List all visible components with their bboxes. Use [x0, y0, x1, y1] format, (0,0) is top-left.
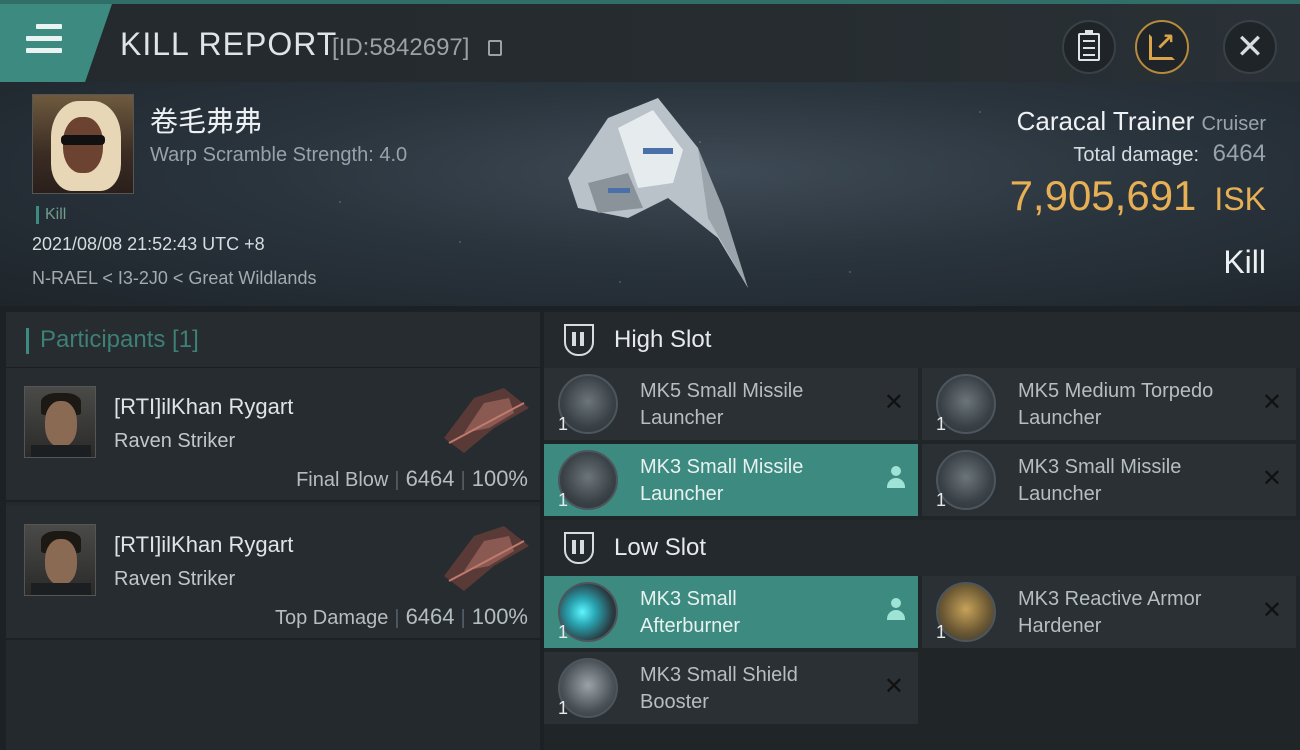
menu-button[interactable] — [0, 4, 112, 82]
title-bar: KILL REPORT [ID:5842697] ✕ — [0, 0, 1300, 82]
low-slot-label: Low Slot — [614, 534, 707, 561]
participant-percent: 100% — [471, 466, 528, 491]
menu-icon — [26, 24, 62, 60]
module-slot[interactable]: 1 MK3 Small Missile Launcher — [544, 444, 918, 516]
participant-percent: 100% — [471, 604, 528, 629]
low-slot-header: Low Slot — [544, 520, 1300, 576]
module-quantity: 1 — [936, 622, 947, 642]
participant-damage: 6464 — [405, 466, 455, 491]
victim-ship-class: Cruiser — [1201, 113, 1266, 135]
participant-ship-icon[interactable] — [434, 378, 534, 458]
victim-ship-name[interactable]: Caracal Trainer — [1017, 106, 1195, 136]
module-quantity: 1 — [558, 490, 569, 510]
clipboard-icon — [1078, 30, 1100, 61]
x-icon: ✕ — [883, 389, 904, 416]
copy-icon[interactable] — [488, 40, 502, 56]
x-icon: ✕ — [1261, 389, 1282, 416]
share-icon — [1149, 28, 1175, 60]
kill-location[interactable]: N-RAEL < I3-2J0 < Great Wildlands — [32, 268, 316, 289]
report-id: [ID:5842697] — [332, 34, 470, 61]
close-button[interactable]: ✕ — [1223, 20, 1277, 74]
user-icon — [886, 598, 906, 622]
kill-timestamp: 2021/08/08 21:52:43 UTC +8 — [32, 234, 265, 254]
participant-damage: 6464 — [405, 604, 455, 629]
module-name: MK3 Small Missile Launcher — [640, 456, 804, 505]
module-slot[interactable]: 1 MK5 Small Missile Launcher ✕ — [544, 368, 918, 440]
victim-name[interactable]: 卷毛弗弗 — [150, 100, 262, 140]
participant-row[interactable]: [RTI]ilKhan Rygart Raven Striker Final B… — [6, 368, 540, 502]
kill-tag: Kill — [36, 206, 66, 224]
x-icon: ✕ — [1261, 465, 1282, 492]
participants-title: Participants [1] — [40, 326, 199, 353]
module-quantity: 1 — [936, 490, 947, 510]
module-quantity: 1 — [558, 622, 569, 642]
module-slot[interactable]: 1 MK3 Small Missile Launcher ✕ — [922, 444, 1296, 516]
module-quantity: 1 — [558, 414, 569, 434]
victim-ship: Caracal Trainer Cruiser — [1017, 106, 1266, 137]
close-icon: ✕ — [1235, 28, 1265, 66]
participant-name[interactable]: [RTI]ilKhan Rygart — [114, 394, 293, 420]
module-quantity: 1 — [936, 414, 947, 434]
isk-value: 7,905,691 ISK — [1010, 172, 1266, 220]
victim-ship-image — [568, 98, 748, 288]
participant-label: Top Damage — [274, 607, 389, 629]
share-button[interactable] — [1135, 20, 1189, 74]
isk-unit: ISK — [1214, 181, 1266, 217]
participant-ship-icon[interactable] — [434, 516, 534, 596]
high-slot-label: High Slot — [614, 326, 712, 353]
participant-ship: Raven Striker — [114, 568, 236, 590]
isk-amount: 7,905,691 — [1009, 172, 1197, 219]
module-name: MK5 Small Missile Launcher — [640, 380, 804, 429]
module-slot[interactable]: 1 MK3 Small Afterburner — [544, 576, 918, 648]
participant-stats: Top Damage | 6464 | 100% — [274, 604, 528, 629]
low-slot-icon — [564, 532, 594, 564]
kill-result: Kill — [1223, 244, 1266, 280]
module-name: MK3 Small Missile Launcher — [1018, 456, 1182, 505]
participant-row[interactable]: [RTI]ilKhan Rygart Raven Striker Top Dam… — [6, 506, 540, 640]
total-damage-label: Total damage: — [1073, 144, 1200, 166]
participant-avatar[interactable] — [24, 386, 96, 458]
module-name: MK5 Medium Torpedo Launcher — [1018, 380, 1214, 429]
participant-label: Final Blow — [296, 469, 389, 491]
page-title: KILL REPORT — [120, 26, 338, 62]
high-slot-icon — [564, 324, 594, 356]
participant-avatar[interactable] — [24, 524, 96, 596]
warp-scramble-strength: Warp Scramble Strength: 4.0 — [150, 144, 408, 166]
fitting-panel: High Slot 1 MK5 Small Missile Launcher ✕ … — [544, 312, 1300, 750]
module-name: MK3 Small Shield Booster — [640, 664, 798, 713]
total-damage: Total damage: 6464 — [1073, 140, 1266, 168]
clipboard-button[interactable] — [1062, 20, 1116, 74]
module-slot[interactable]: 1 MK3 Small Shield Booster ✕ — [544, 652, 918, 724]
victim-avatar[interactable] — [32, 94, 134, 194]
module-name: MK3 Reactive Armor Hardener — [1018, 588, 1202, 637]
module-name: MK3 Small Afterburner — [640, 588, 741, 637]
x-icon: ✕ — [883, 673, 904, 700]
participant-name[interactable]: [RTI]ilKhan Rygart — [114, 532, 293, 558]
x-icon: ✕ — [1261, 597, 1282, 624]
high-slot-header: High Slot — [544, 312, 1300, 368]
total-damage-value: 6464 — [1212, 140, 1266, 167]
victim-banner: 卷毛弗弗 Warp Scramble Strength: 4.0 Kill 20… — [0, 82, 1300, 306]
user-icon — [886, 466, 906, 490]
participants-header: Participants [1] — [6, 312, 540, 368]
participant-ship: Raven Striker — [114, 430, 236, 452]
module-quantity: 1 — [558, 698, 569, 718]
participant-stats: Final Blow | 6464 | 100% — [296, 466, 528, 491]
module-slot[interactable]: 1 MK5 Medium Torpedo Launcher ✕ — [922, 368, 1296, 440]
participants-panel: Participants [1] [RTI]ilKhan Rygart Rave… — [6, 312, 540, 750]
module-slot[interactable]: 1 MK3 Reactive Armor Hardener ✕ — [922, 576, 1296, 648]
